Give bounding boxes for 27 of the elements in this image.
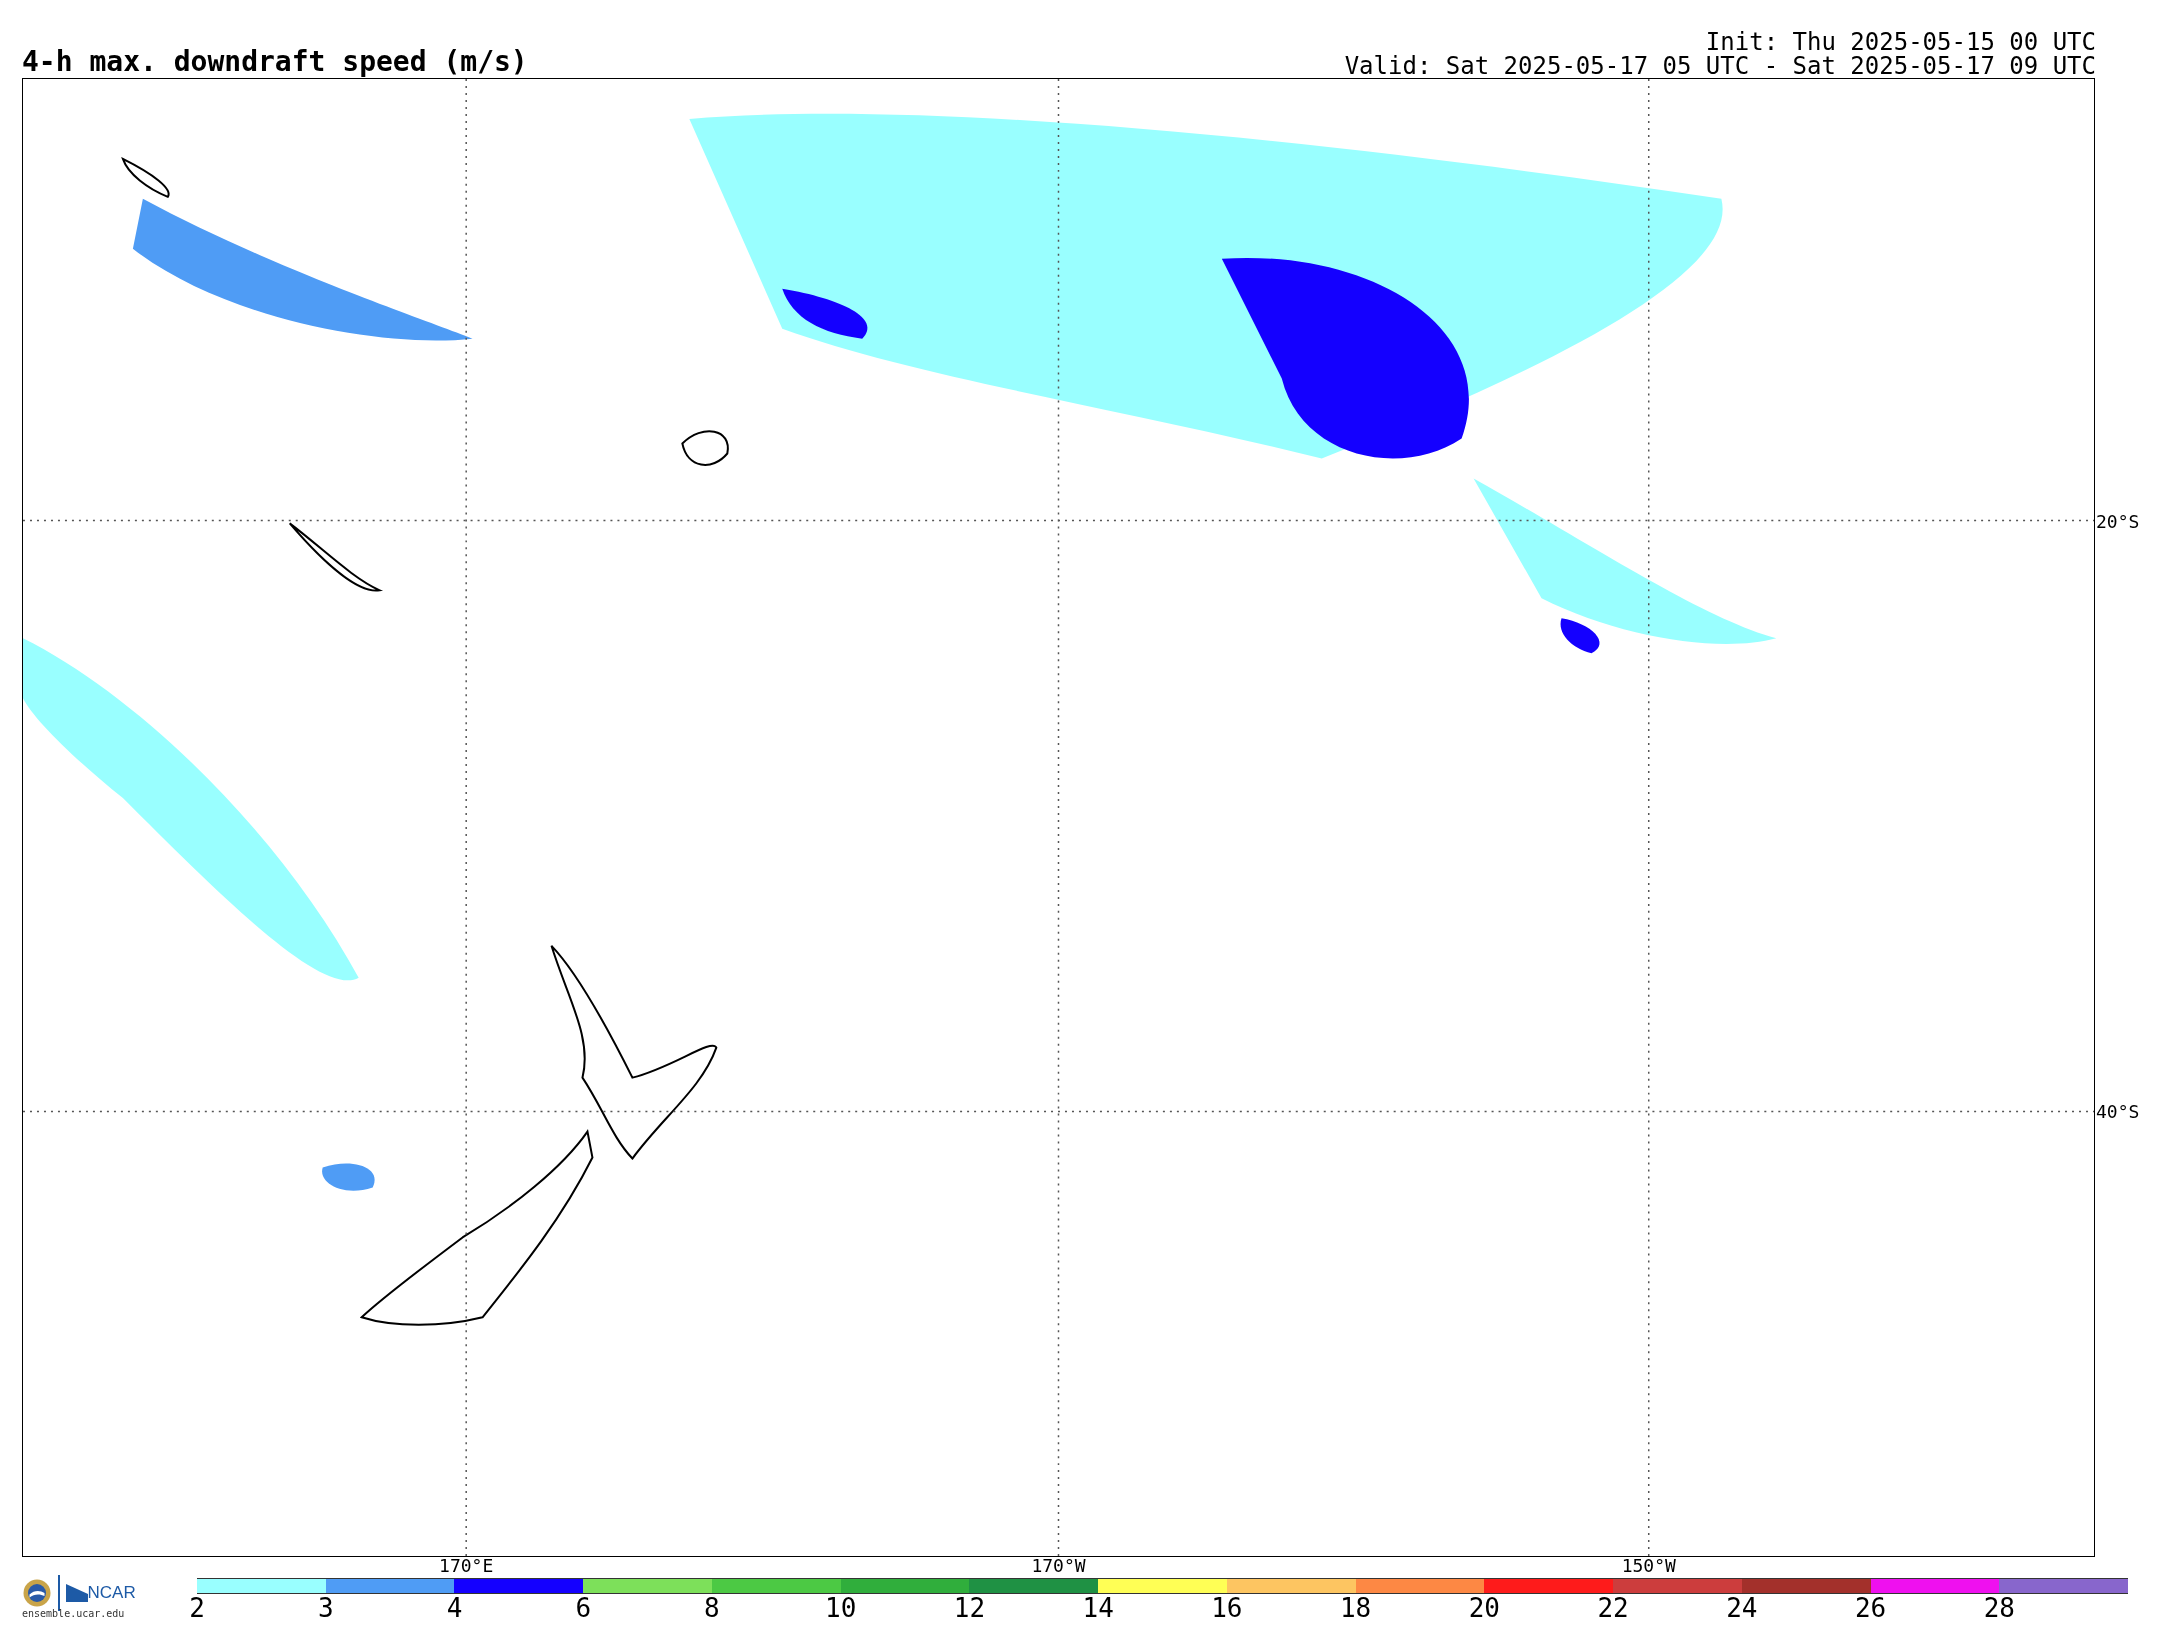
longitude-label: 170°E: [439, 1557, 494, 1575]
tick-label: 28: [1983, 1594, 2015, 1622]
ncar-icon: [65, 1584, 88, 1602]
tick-label: 26: [1854, 1594, 1887, 1622]
tick-label: 16: [1211, 1594, 1243, 1622]
tick-label: 14: [1082, 1594, 1114, 1622]
tick-label: 18: [1339, 1594, 1372, 1622]
tick-label: 6: [575, 1594, 592, 1622]
latitude-label: 40°S: [2095, 1100, 2140, 1122]
tick-label: 4: [446, 1594, 463, 1622]
longitude-label: 170°W: [1031, 1557, 1086, 1575]
tick-label: 22: [1597, 1594, 1629, 1622]
tick-label: 24: [1726, 1594, 1758, 1622]
tick-label: 3: [317, 1594, 334, 1622]
tick-label: 2: [189, 1594, 205, 1622]
chart-title: 4-h max. downdraft speed (m/s): [22, 46, 528, 78]
seal-icon: [22, 1578, 52, 1608]
tick-label: 20: [1468, 1594, 1500, 1622]
tick-label: 12: [953, 1594, 986, 1622]
valid-time: Valid: Sat 2025-05-17 05 UTC - Sat 2025-05-17 09 UTC: [1344, 54, 2096, 78]
longitude-label: 150°W: [1621, 1557, 1676, 1575]
tick-label: 10: [825, 1594, 857, 1622]
agency-name: NCAR: [87, 1583, 136, 1603]
latitude-label: 20°S: [2095, 510, 2140, 532]
site-url: ensemble.ucar.edu: [22, 1608, 125, 1620]
init-time: Init: Thu 2025-05-15 00 UTC: [1704, 30, 2096, 54]
tick-label: 8: [704, 1594, 720, 1622]
